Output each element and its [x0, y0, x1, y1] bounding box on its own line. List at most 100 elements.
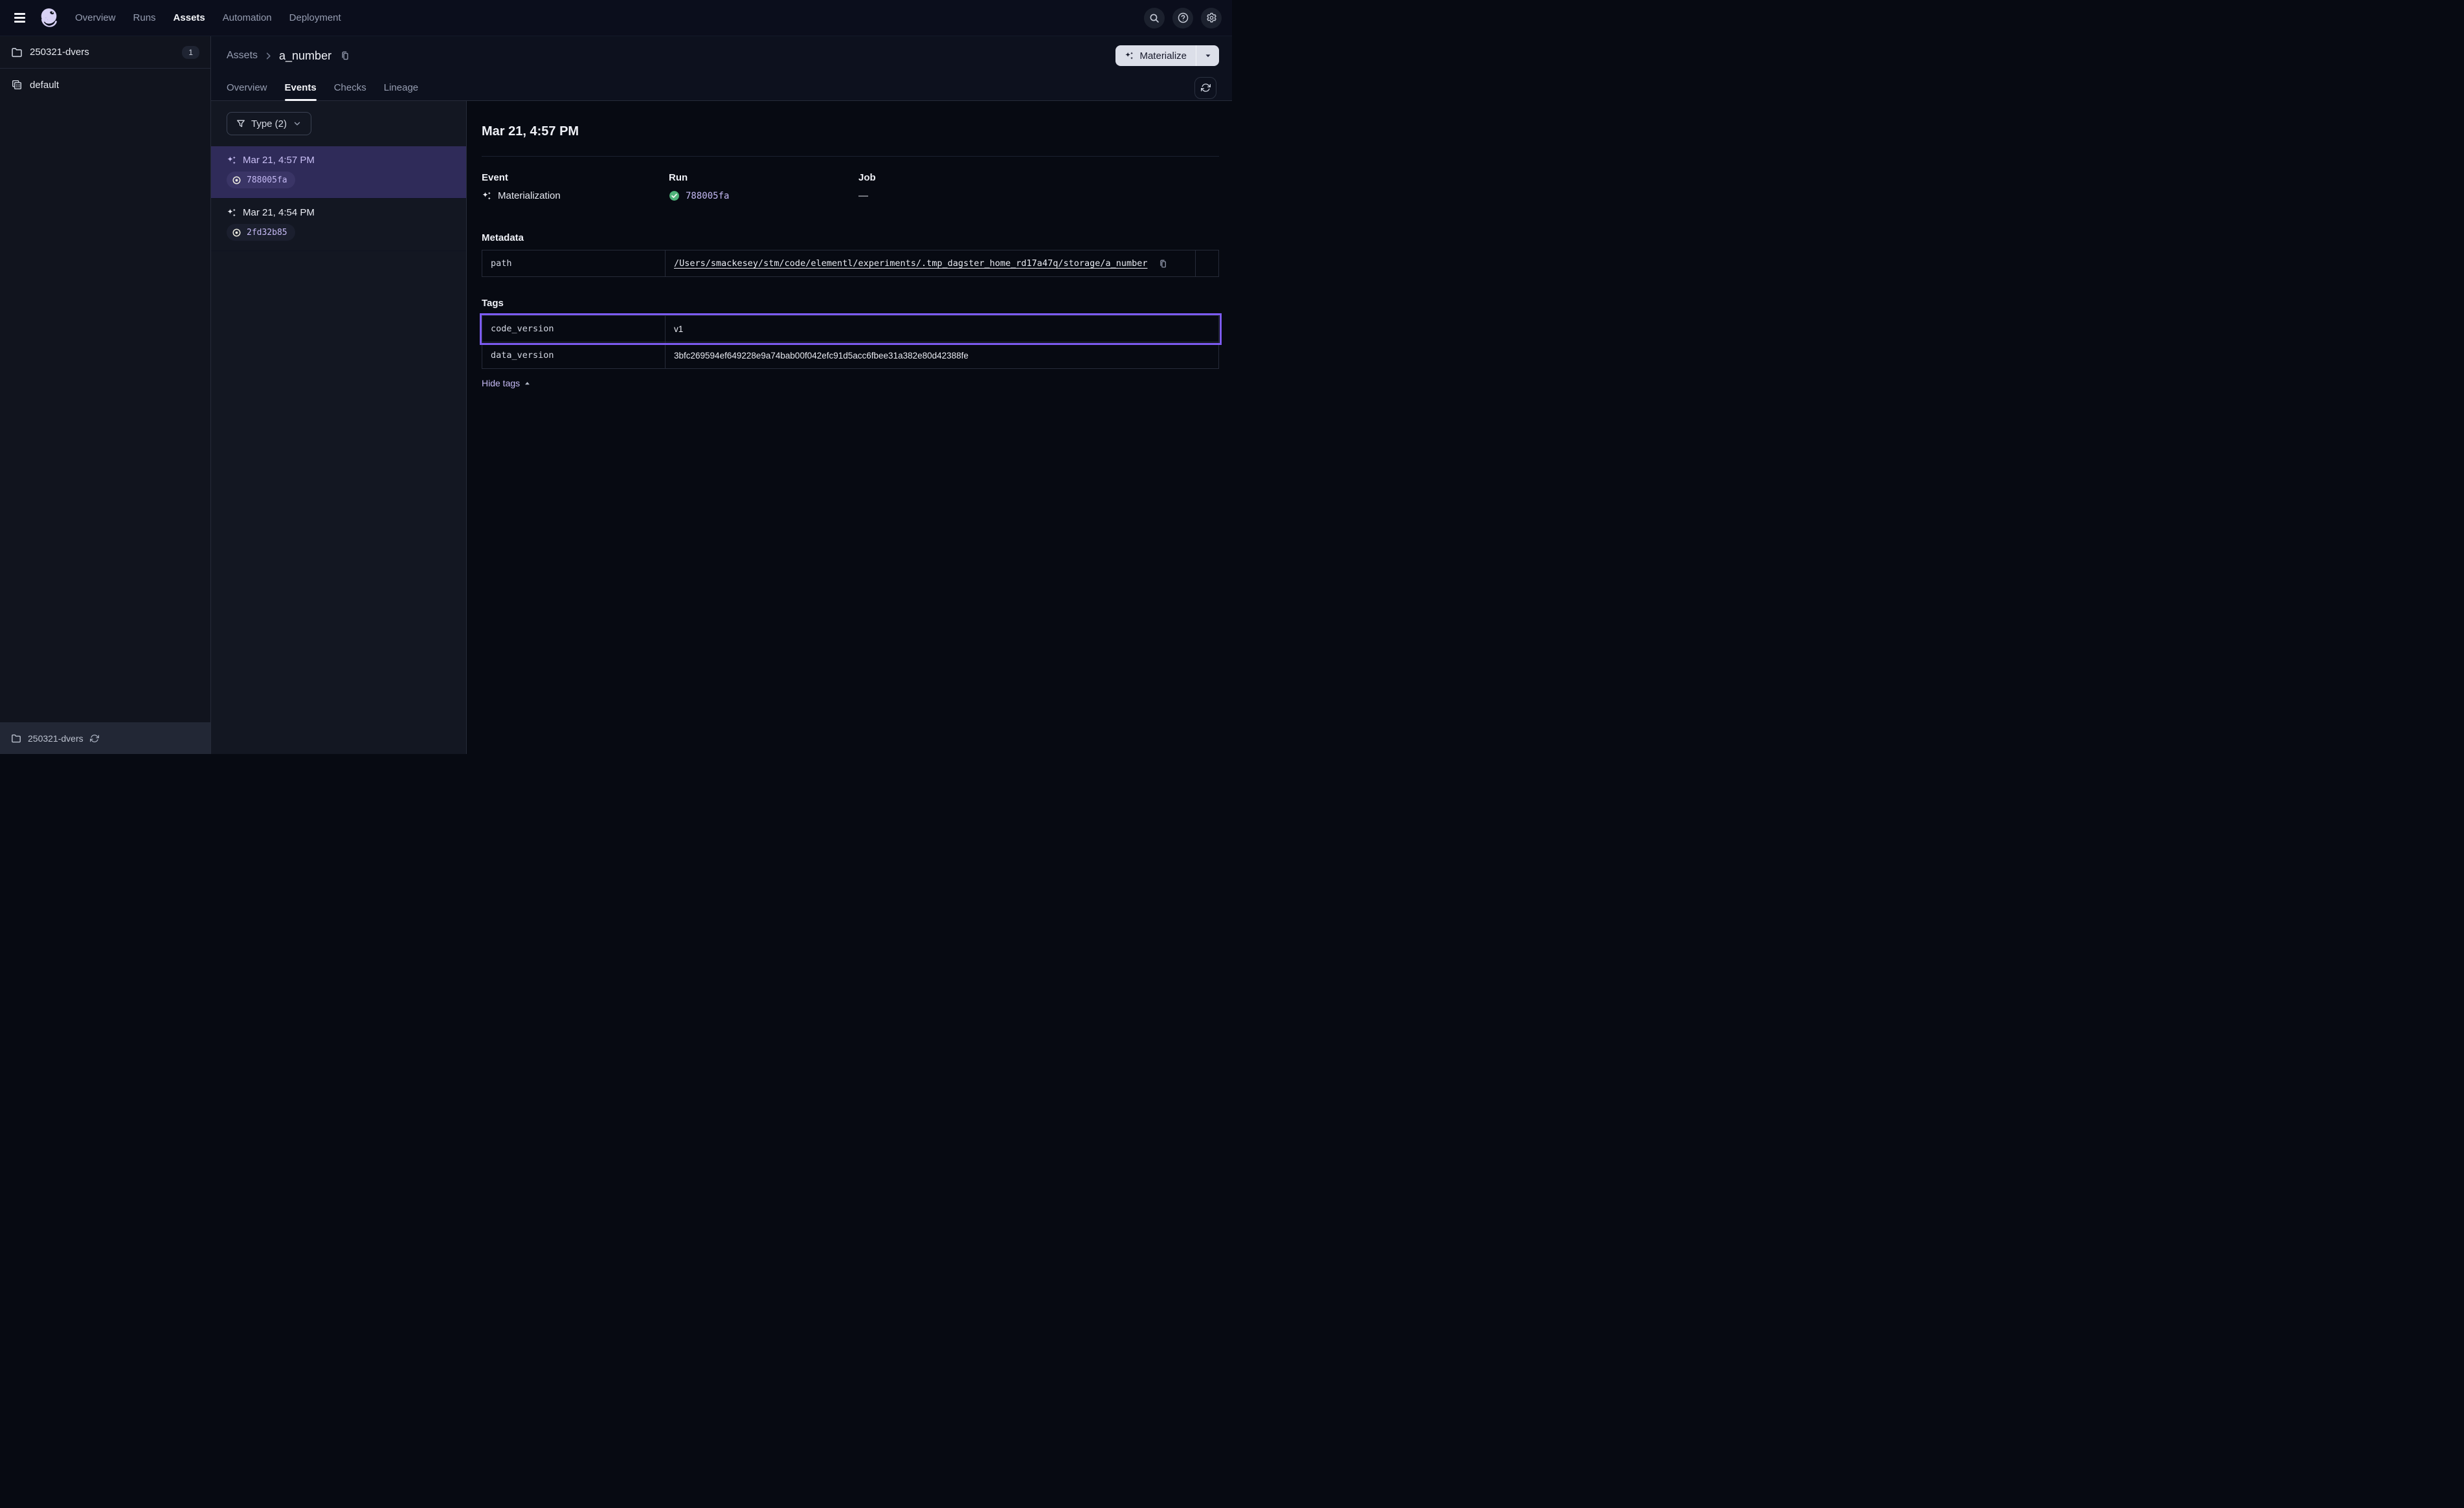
- job-value: —: [858, 190, 868, 201]
- metadata-section: Metadata path /Users/smackesey/stm/code/…: [482, 232, 1219, 277]
- breadcrumb-assets-link[interactable]: Assets: [227, 50, 258, 61]
- run-id-text: 2fd32b85: [247, 228, 287, 238]
- type-filter-label: Type (2): [251, 118, 287, 129]
- sparkle-icon: [1125, 51, 1134, 61]
- tags-section: Tags code_version v1 data_version 3bfc26…: [482, 298, 1219, 390]
- copy-path-button[interactable]: [1157, 258, 1169, 270]
- event-column-label: Event: [482, 172, 669, 183]
- metadata-table: path /Users/smackesey/stm/code/elementl/…: [482, 250, 1219, 277]
- tag-row-code-version-highlighted: code_version v1: [482, 316, 1219, 342]
- folder-icon: [11, 47, 23, 58]
- materialization-sparkle-icon: [482, 191, 492, 201]
- breadcrumb: Assets a_number: [211, 36, 1232, 75]
- metadata-row-gutter: [1196, 250, 1219, 277]
- gear-icon: [1206, 12, 1217, 23]
- run-id-link[interactable]: 788005fa: [686, 191, 729, 201]
- run-id-text: 788005fa: [247, 175, 287, 185]
- tab-checks[interactable]: Checks: [334, 75, 366, 100]
- hide-tags-link[interactable]: Hide tags: [482, 378, 531, 388]
- type-filter-button[interactable]: Type (2): [227, 112, 311, 135]
- job-column: Job —: [858, 172, 1219, 201]
- tag-value: v1: [666, 316, 1219, 342]
- asset-count-badge: 1: [182, 46, 199, 59]
- hide-tags-label: Hide tags: [482, 378, 520, 388]
- sidebar-footer[interactable]: 250321-dvers: [0, 722, 210, 754]
- tab-overview[interactable]: Overview: [227, 75, 267, 100]
- asset-header: Assets a_number: [211, 36, 1232, 101]
- folder-icon: [11, 733, 21, 744]
- refresh-icon: [1201, 83, 1211, 93]
- nav-automation[interactable]: Automation: [223, 12, 272, 23]
- chevron-right-icon: [263, 51, 273, 61]
- asset-name: a_number: [279, 49, 331, 63]
- tag-key: data_version: [482, 342, 666, 369]
- copy-icon: [1158, 259, 1168, 269]
- event-timestamp: Mar 21, 4:57 PM: [243, 155, 315, 166]
- materialize-split-button: Materialize: [1115, 45, 1219, 66]
- event-column: Event Materialization: [482, 172, 669, 201]
- sidebar: 250321-dvers 1 default: [0, 36, 211, 754]
- copy-asset-name-button[interactable]: [339, 49, 352, 62]
- metadata-title: Metadata: [482, 232, 1219, 243]
- dagster-logo[interactable]: [36, 5, 62, 31]
- tags-table: code_version v1 data_version 3bfc269594e…: [482, 315, 1219, 369]
- tag-row-data-version: data_version 3bfc269594ef649228e9a74bab0…: [482, 342, 1219, 369]
- nav-assets[interactable]: Assets: [174, 12, 205, 23]
- run-id-pill[interactable]: 788005fa: [227, 172, 295, 188]
- app-root: Overview Runs Assets Automation Deployme…: [0, 0, 1232, 754]
- event-timestamp: Mar 21, 4:54 PM: [243, 207, 315, 218]
- help-button[interactable]: [1172, 8, 1193, 28]
- run-id-pill[interactable]: 2fd32b85: [227, 224, 295, 241]
- sync-icon[interactable]: [90, 734, 99, 743]
- hamburger-menu-button[interactable]: [10, 8, 30, 28]
- code-location-label: 250321-dvers: [30, 47, 89, 58]
- top-nav: Overview Runs Assets Automation Deployme…: [0, 0, 1232, 36]
- event-list-item[interactable]: Mar 21, 4:54 PM 2fd32b85: [211, 199, 466, 251]
- asset-group-icon: [11, 79, 23, 91]
- nav-overview[interactable]: Overview: [75, 12, 116, 23]
- tag-key: code_version: [482, 316, 666, 342]
- sidebar-item-default-group[interactable]: default: [0, 69, 210, 101]
- triangle-up-icon: [524, 380, 531, 387]
- materialize-label: Materialize: [1139, 50, 1187, 61]
- event-list-panel: Type (2): [211, 101, 467, 754]
- settings-button[interactable]: [1201, 8, 1222, 28]
- search-icon: [1149, 13, 1159, 23]
- event-info-grid: Event Materialization: [482, 172, 1219, 201]
- run-column-label: Run: [669, 172, 858, 183]
- materialize-button[interactable]: Materialize: [1115, 45, 1196, 66]
- event-type-value: Materialization: [498, 190, 561, 201]
- nav-runs[interactable]: Runs: [133, 12, 156, 23]
- funnel-icon: [236, 119, 245, 128]
- event-list-item-selected[interactable]: Mar 21, 4:57 PM 788005fa: [211, 146, 466, 199]
- metadata-path-link[interactable]: /Users/smackesey/stm/code/elementl/exper…: [674, 258, 1148, 269]
- content-area: Assets a_number: [211, 36, 1232, 754]
- materialization-sparkle-icon: [227, 155, 237, 166]
- tab-events[interactable]: Events: [285, 75, 317, 100]
- sidebar-item-code-location[interactable]: 250321-dvers 1: [0, 36, 210, 69]
- primary-nav: Overview Runs Assets Automation Deployme…: [75, 12, 341, 23]
- tag-value: 3bfc269594ef649228e9a74bab00f042efc91d5a…: [666, 342, 1219, 369]
- refresh-button[interactable]: [1194, 77, 1216, 99]
- group-label: default: [30, 80, 59, 91]
- search-button[interactable]: [1144, 8, 1165, 28]
- nav-deployment[interactable]: Deployment: [289, 12, 341, 23]
- event-timestamp-row: Mar 21, 4:54 PM: [227, 207, 451, 218]
- event-timestamp-row: Mar 21, 4:57 PM: [227, 155, 451, 166]
- help-circle-icon: [1178, 12, 1189, 23]
- metadata-key: path: [482, 250, 666, 277]
- main-row: 250321-dvers 1 default: [0, 36, 1232, 754]
- copy-icon: [340, 50, 350, 61]
- job-column-label: Job: [858, 172, 1219, 183]
- materialize-dropdown-button[interactable]: [1196, 45, 1219, 66]
- tab-lineage[interactable]: Lineage: [384, 75, 418, 100]
- dagster-octopus-logo: [36, 5, 62, 31]
- caret-down-icon: [1204, 51, 1213, 60]
- event-detail-pane: Mar 21, 4:57 PM Event: [467, 101, 1232, 754]
- run-column: Run 788005fa: [669, 172, 858, 201]
- circle-dot-icon: [232, 175, 241, 185]
- footer-location-label: 250321-dvers: [28, 733, 84, 744]
- metadata-row-path: path /Users/smackesey/stm/code/elementl/…: [482, 250, 1219, 277]
- filter-row: Type (2): [211, 101, 466, 146]
- check-circle-icon: [669, 190, 680, 201]
